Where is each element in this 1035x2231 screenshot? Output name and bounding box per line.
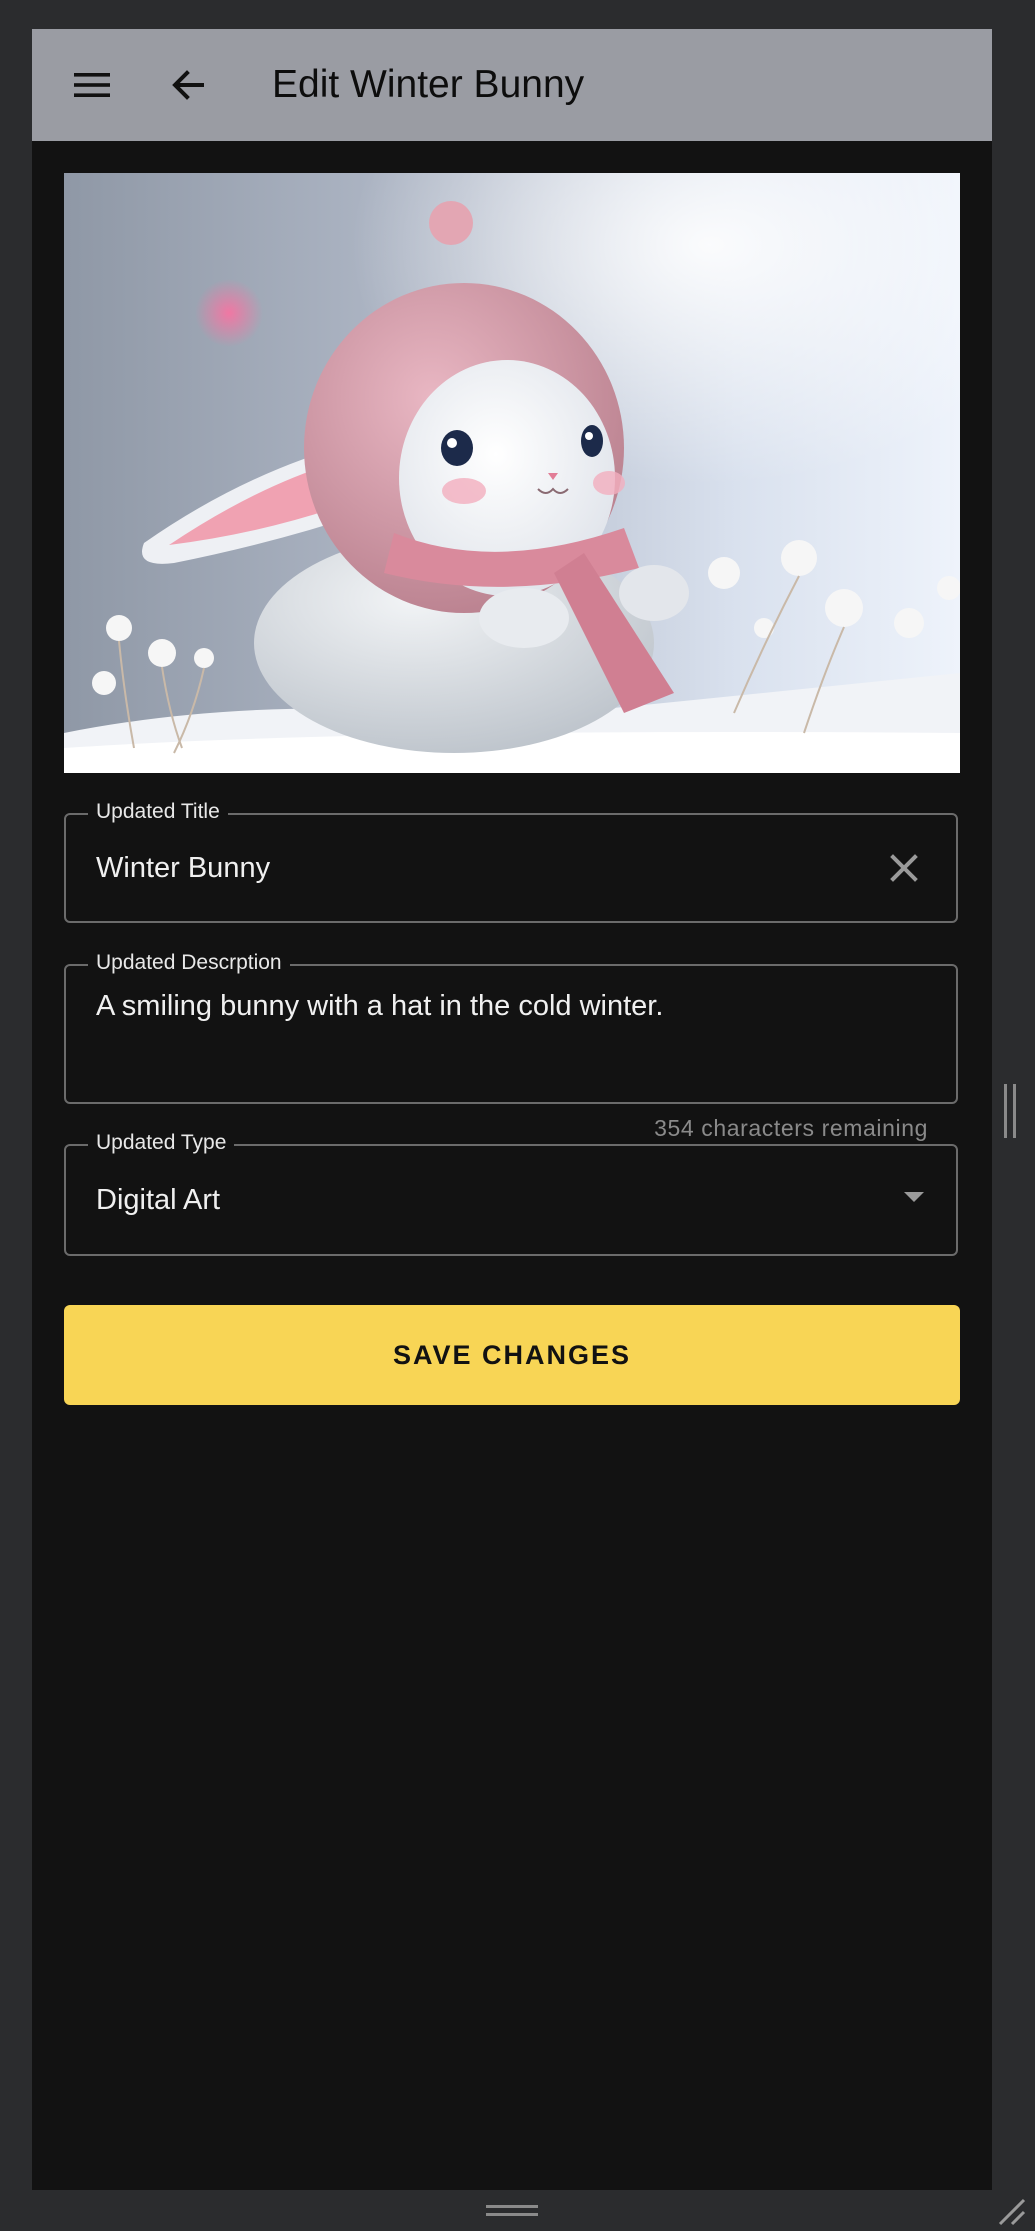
hamburger-menu-icon [74,73,110,97]
clear-title-button[interactable] [882,846,926,890]
type-field-label: Updated Type [88,1130,235,1156]
title-input[interactable]: Winter Bunny [96,850,270,886]
character-counter: 354 characters remaining [654,1115,928,1141]
back-button[interactable] [160,57,216,113]
app-window: Edit Winter Bunny Updated Title Winter B… [32,29,992,2190]
caret-down-icon[interactable] [904,1192,924,1202]
title-field-label: Updated Title [88,799,228,825]
type-dropdown[interactable]: Updated Type Digital Art [64,1130,958,1256]
arrow-back-icon [172,70,204,100]
type-selected-value[interactable]: Digital Art [96,1182,220,1218]
side-resize-handle[interactable] [1003,1084,1017,1138]
bunny-illustration [64,173,960,773]
save-changes-button[interactable]: SAVE CHANGES [64,1305,960,1405]
title-field[interactable]: Updated Title Winter Bunny [64,799,958,923]
description-field[interactable]: Updated Descrption A smiling bunny with … [64,950,958,1104]
app-bar: Edit Winter Bunny [32,29,992,141]
description-field-label: Updated Descrption [88,950,290,976]
resize-grip-icon[interactable] [996,2196,1026,2226]
close-icon [890,854,918,882]
bottom-resize-handle[interactable] [486,2204,538,2218]
menu-button[interactable] [64,57,120,113]
artwork-image [64,173,960,773]
description-input[interactable]: A smiling bunny with a hat in the cold w… [96,988,663,1024]
page-title: Edit Winter Bunny [272,63,585,106]
